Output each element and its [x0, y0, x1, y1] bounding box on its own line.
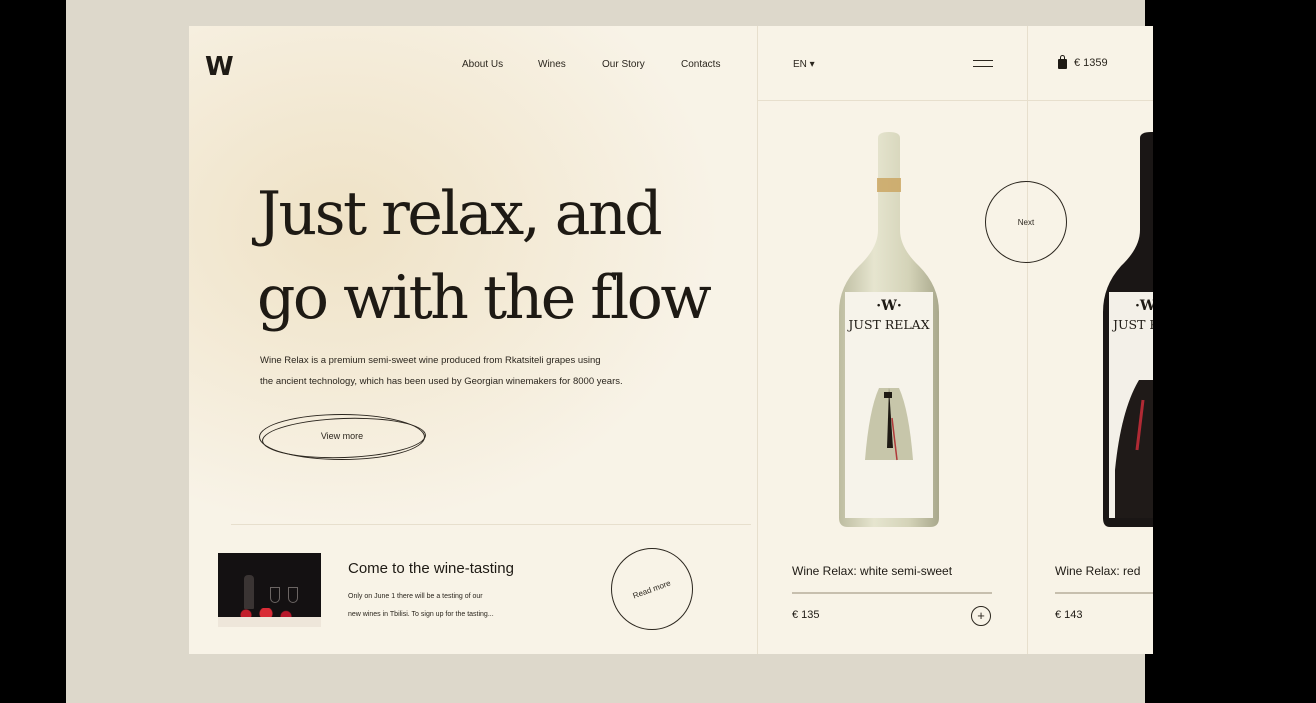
view-more-button[interactable]: View more: [259, 414, 427, 461]
nav-our-story[interactable]: Our Story: [602, 59, 645, 70]
logo[interactable]: W: [205, 52, 234, 82]
read-more-button[interactable]: Read more: [611, 548, 693, 630]
website-mockup: W About Us Wines Our Story Contacts EN ▾…: [189, 26, 1153, 654]
product-name-red[interactable]: Wine Relax: red: [1055, 564, 1140, 578]
add-to-cart-button[interactable]: +: [971, 606, 991, 626]
product-name-white[interactable]: Wine Relax: white semi-sweet: [792, 564, 952, 578]
nav-contacts[interactable]: Contacts: [681, 59, 720, 70]
section-divider: [231, 524, 751, 525]
red-wine-label: ·W JUST R: [1113, 298, 1153, 332]
product-price-white: € 135: [792, 609, 820, 621]
cart-total: € 1359: [1074, 57, 1108, 69]
product-divider: [1055, 592, 1153, 594]
wine-tasting-image: [218, 553, 321, 627]
next-button[interactable]: Next: [985, 181, 1067, 263]
language-selector[interactable]: EN ▾: [793, 59, 815, 70]
event-description: Only on June 1 there will be a testing o…: [348, 593, 494, 618]
backdrop: W About Us Wines Our Story Contacts EN ▾…: [66, 0, 1153, 703]
column-divider: [1027, 26, 1028, 654]
header-divider: [757, 100, 1153, 101]
product-price-red: € 143: [1055, 609, 1083, 621]
column-divider: [757, 26, 758, 654]
cart-button[interactable]: € 1359: [1058, 55, 1108, 69]
nav-about-us[interactable]: About Us: [462, 59, 503, 70]
white-wine-label: ·W· JUST RELAX: [848, 298, 930, 332]
hero-description: Wine Relax is a premium semi-sweet wine …: [260, 355, 623, 387]
nav-wines[interactable]: Wines: [538, 59, 566, 70]
view-more-label: View more: [320, 431, 364, 441]
menu-icon[interactable]: [973, 60, 993, 67]
event-title: Come to the wine-tasting: [348, 560, 514, 577]
hero-title: Just relax, and go with the flow: [257, 179, 712, 333]
shopping-bag-icon: [1058, 55, 1067, 69]
product-divider: [792, 592, 992, 594]
